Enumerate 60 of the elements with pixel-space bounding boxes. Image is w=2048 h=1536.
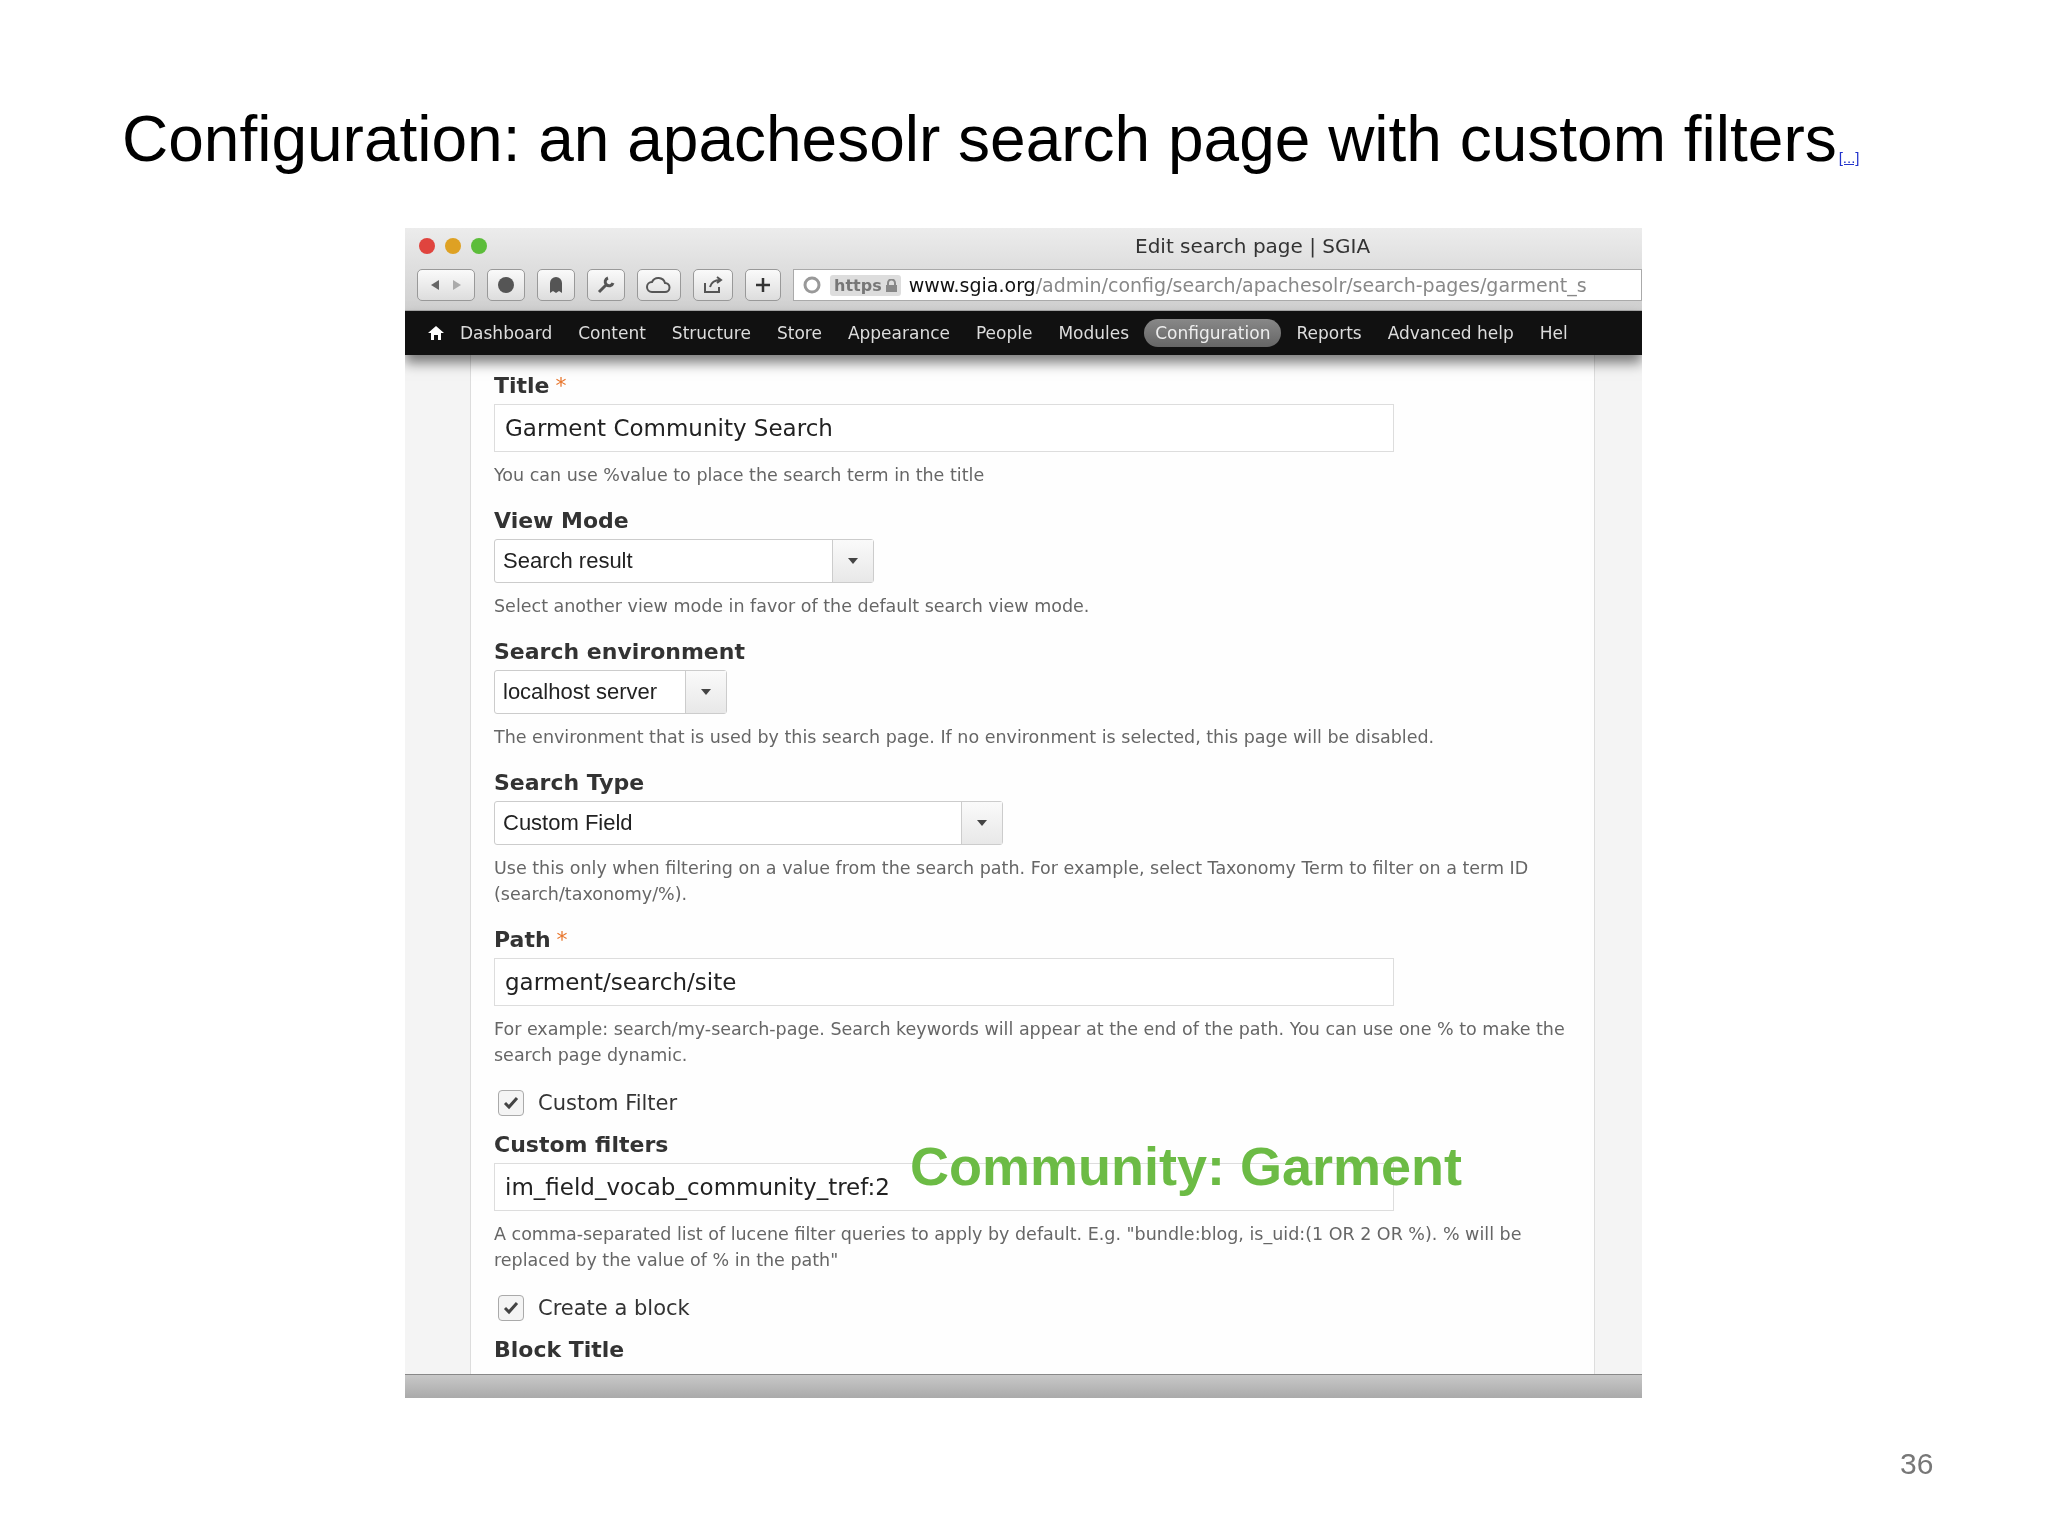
dropdown[interactable]: Custom Field — [494, 801, 1003, 845]
menu-item[interactable]: People — [964, 319, 1044, 347]
required-mark: * — [556, 927, 568, 952]
help-text: A comma-separated list of lucene filter queries to apply by default. E.g. "bundle:blog, is_uid:(1 OR 2 OR %). % will be replaced by the value of % in the path" — [494, 1223, 1523, 1272]
menu-item[interactable]: Appearance — [836, 319, 961, 347]
field-label: Path — [494, 927, 551, 952]
menu-item[interactable]: Content — [567, 319, 657, 347]
input-field[interactable]: garment/search/site — [494, 958, 1394, 1006]
menu-item[interactable]: Advanced help — [1376, 319, 1525, 347]
checkbox[interactable] — [498, 1090, 524, 1116]
wrench-button[interactable] — [587, 269, 625, 301]
field-label: Search Type — [494, 770, 645, 795]
page-number: 36 — [1900, 1447, 1934, 1481]
checkbox[interactable] — [498, 1295, 524, 1321]
dropdown[interactable]: localhost server — [494, 670, 727, 714]
plus-icon — [754, 276, 772, 294]
window-title: Edit search page | SGIA — [1135, 234, 1371, 258]
new-tab-button[interactable] — [745, 269, 781, 301]
help-text: Use this only when filtering on a value from the search path. For example, select Taxonomy Term to filter on a term ID (search/taxonomy/%). — [494, 857, 1530, 906]
cloud-icon — [646, 275, 672, 295]
cloud-button[interactable] — [637, 269, 681, 301]
caret-icon — [847, 557, 859, 565]
required-mark: * — [555, 373, 567, 398]
input-field[interactable]: Garment Community Search — [494, 404, 1394, 452]
circle-icon — [496, 275, 516, 295]
close-icon[interactable] — [419, 238, 435, 254]
lock-icon — [885, 278, 897, 292]
ghost-button[interactable] — [537, 269, 575, 301]
https-badge: https — [830, 274, 901, 296]
dropdown[interactable]: Search result — [494, 539, 874, 583]
reload-icon[interactable] — [802, 275, 822, 295]
menu-item[interactable]: Store — [765, 319, 833, 347]
address-bar[interactable]: https www.sgia.org/admin/config/search/apachesolr/search-pages/garment_s — [793, 269, 1642, 301]
share-icon — [702, 275, 724, 295]
help-text: Select another view mode in favor of the default search view mode. — [494, 595, 1091, 618]
share-button[interactable] — [693, 269, 733, 301]
help-text: You can use %value to place the search term in the title — [494, 464, 986, 487]
caret-icon — [700, 688, 712, 696]
menu-item[interactable]: Structure — [660, 319, 762, 347]
wrench-icon — [596, 275, 616, 295]
help-text: The environment that is used by this search page. If no environment is selected, this page will be disabled. — [494, 726, 1436, 749]
menu-item[interactable]: Configuration — [1144, 319, 1282, 347]
caret-icon — [976, 819, 988, 827]
checkmark-icon — [503, 1301, 519, 1315]
source-link[interactable]: [...] — [1838, 149, 1860, 167]
checkmark-icon — [503, 1096, 519, 1110]
checkbox-label[interactable]: Custom Filter — [538, 1091, 678, 1115]
field-label: Title — [494, 373, 550, 398]
menu-item[interactable]: Modules — [1047, 319, 1141, 347]
slide-title: Configuration: an apachesolr search page with custom filters — [122, 104, 1837, 175]
menu-item[interactable]: Dashboard — [449, 319, 564, 347]
field-label: View Mode — [494, 508, 629, 533]
home-icon[interactable] — [427, 325, 445, 341]
field-label: Custom filters — [494, 1132, 669, 1157]
help-text: For example: search/my-search-page. Search keywords will appear at the end of the path. You can use one % to make the search page dynamic. — [494, 1018, 1566, 1067]
field-label: Search environment — [494, 639, 745, 664]
checkbox-label[interactable]: Create a block — [538, 1296, 690, 1320]
field-label: Block Title — [494, 1337, 626, 1362]
menu-item[interactable]: Reports — [1285, 319, 1373, 347]
menu-item[interactable]: Hel — [1528, 319, 1579, 347]
